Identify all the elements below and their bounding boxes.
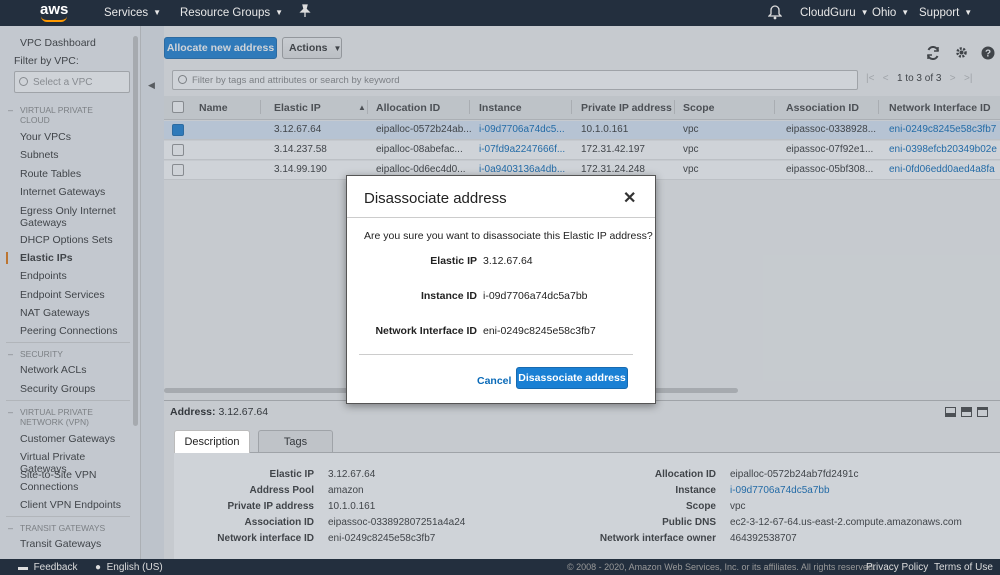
cancel-button[interactable]: Cancel	[477, 375, 511, 387]
aws-logo[interactable]: aws	[40, 1, 68, 23]
bell-icon[interactable]	[767, 5, 783, 23]
disassociate-dialog: Disassociate address ✕ Are you sure you …	[346, 175, 656, 404]
chat-icon: ▬	[18, 562, 28, 573]
resource-groups-menu[interactable]: Resource Groups ▼	[180, 7, 283, 19]
caret-down-icon: ▼	[275, 8, 284, 17]
footer: ▬ Feedback ● English (US) © 2008 - 2020,…	[0, 559, 1000, 575]
dialog-header: Disassociate address ✕	[347, 176, 655, 218]
tab-description[interactable]: Description	[174, 430, 250, 453]
privacy-link[interactable]: Privacy Policy	[866, 562, 928, 573]
copyright: © 2008 - 2020, Amazon Web Services, Inc.…	[567, 562, 876, 572]
region-menu[interactable]: Ohio ▼	[872, 7, 909, 19]
support-menu[interactable]: Support ▼	[919, 7, 972, 19]
disassociate-button[interactable]: Disassociate address	[516, 367, 628, 389]
caret-down-icon: ▼	[860, 8, 869, 17]
language-selector[interactable]: ● English (US)	[95, 562, 163, 573]
caret-down-icon: ▼	[153, 8, 162, 17]
terms-link[interactable]: Terms of Use	[934, 562, 993, 573]
services-menu[interactable]: Services ▼	[104, 7, 161, 19]
dialog-title: Disassociate address	[364, 190, 507, 207]
caret-down-icon: ▼	[964, 8, 973, 17]
feedback-link[interactable]: ▬ Feedback	[18, 562, 77, 573]
pin-icon[interactable]	[299, 4, 311, 21]
dialog-question: Are you sure you want to disassociate th…	[364, 230, 653, 242]
close-icon[interactable]: ✕	[623, 188, 636, 208]
top-nav: aws Services ▼ Resource Groups ▼ CloudGuru…	[0, 0, 1000, 26]
caret-down-icon: ▼	[901, 8, 910, 17]
account-menu[interactable]: CloudGuru ▼	[800, 7, 869, 19]
globe-icon: ●	[95, 562, 102, 573]
